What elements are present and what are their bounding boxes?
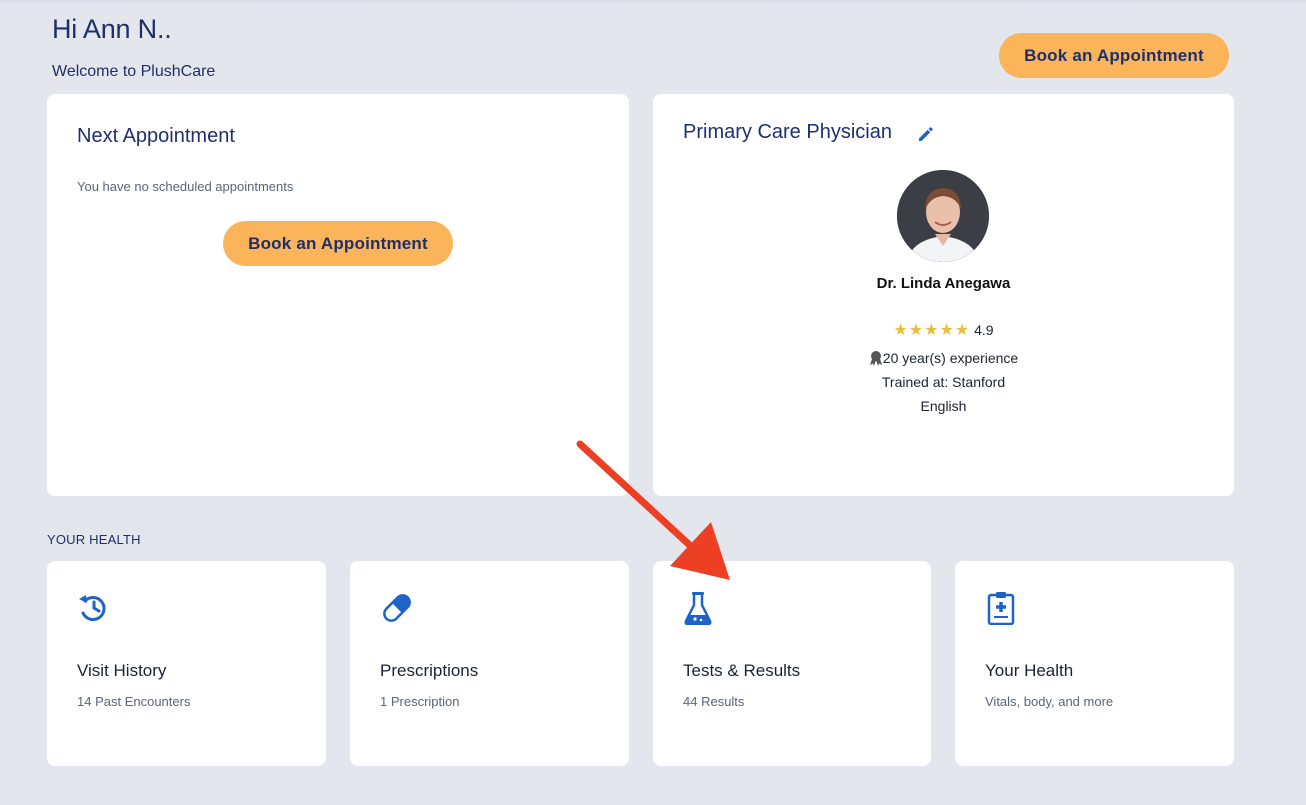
annotation-arrow-icon xyxy=(576,440,730,580)
